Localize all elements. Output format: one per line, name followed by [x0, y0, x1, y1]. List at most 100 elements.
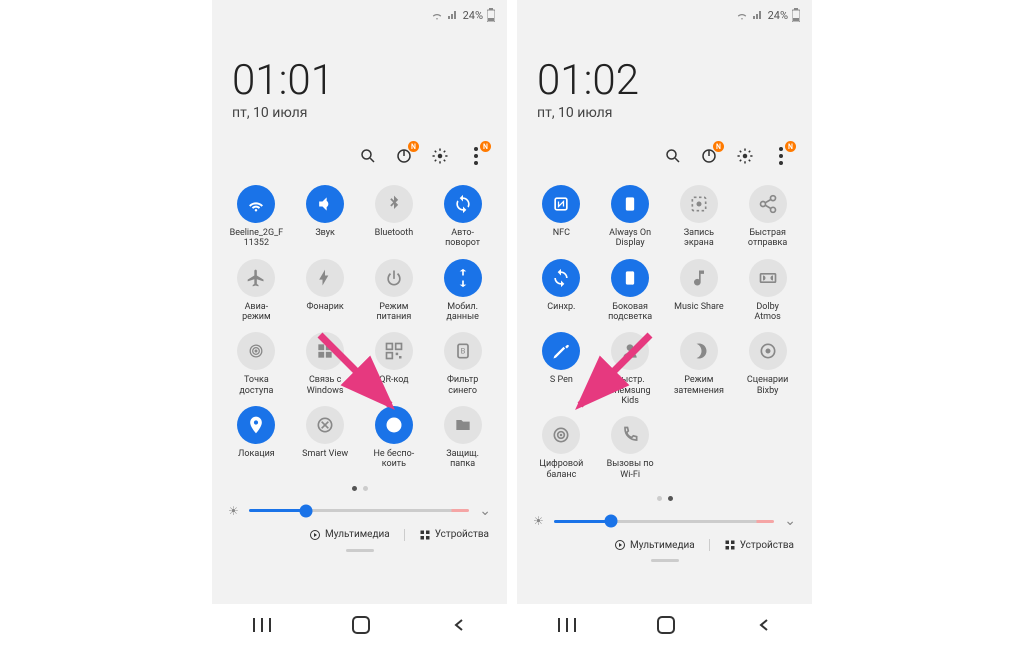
- dolby-icon[interactable]: [749, 259, 787, 297]
- devices-link[interactable]: Устройства: [724, 539, 794, 551]
- search-icon[interactable]: [664, 147, 682, 165]
- tile-autorotate[interactable]: Авто- поворот: [428, 185, 497, 249]
- tile-dolby[interactable]: Dolby Atmos: [733, 259, 802, 323]
- plane-icon[interactable]: [237, 259, 275, 297]
- chevron-down-icon[interactable]: ⌄: [479, 503, 491, 519]
- bottom-links: Мультимедиа Устройства: [517, 533, 812, 555]
- music-icon[interactable]: [680, 259, 718, 297]
- clock: 01:01: [232, 60, 487, 102]
- tile-bluetooth[interactable]: Bluetooth: [360, 185, 429, 249]
- digital-icon[interactable]: [542, 416, 580, 454]
- power-icon[interactable]: N: [700, 147, 718, 165]
- tile-link-windows[interactable]: Связь с Windows: [291, 332, 360, 396]
- kids-icon[interactable]: [611, 332, 649, 370]
- tile-sound[interactable]: Звук: [291, 185, 360, 249]
- flash-icon[interactable]: [306, 259, 344, 297]
- settings-icon[interactable]: [431, 147, 449, 165]
- brightness-slider[interactable]: [554, 520, 775, 523]
- tile-screenrec[interactable]: Запись экрана: [665, 185, 734, 249]
- bluefilter-icon[interactable]: B: [444, 332, 482, 370]
- nfc-icon[interactable]: [542, 185, 580, 223]
- tile-spen[interactable]: S Pen: [527, 332, 596, 406]
- brightness-slider[interactable]: [249, 509, 470, 512]
- recents-button[interactable]: [253, 618, 271, 632]
- power-icon[interactable]: N: [395, 147, 413, 165]
- home-button[interactable]: [657, 616, 675, 634]
- multimedia-link[interactable]: Мультимедиа: [309, 529, 390, 541]
- brightness-icon: ☀: [533, 514, 544, 528]
- slider-thumb[interactable]: [300, 504, 313, 517]
- tile-bluelight[interactable]: BФильтр синего: [428, 332, 497, 396]
- bixby-icon[interactable]: [749, 332, 787, 370]
- qr-icon[interactable]: [375, 332, 413, 370]
- tile-sync[interactable]: Синхр.: [527, 259, 596, 323]
- tile-qr[interactable]: QR-код: [360, 332, 429, 396]
- pin-icon[interactable]: [237, 406, 275, 444]
- date: пт, 10 июля: [537, 105, 792, 121]
- page-dot: [668, 496, 673, 501]
- slider-thumb[interactable]: [605, 515, 618, 528]
- spen-icon[interactable]: [542, 332, 580, 370]
- share-icon[interactable]: [749, 185, 787, 223]
- more-icon[interactable]: N: [772, 147, 790, 165]
- tile-digitalbal[interactable]: Цифровой баланс: [527, 416, 596, 480]
- folder-icon[interactable]: [444, 406, 482, 444]
- tile-securefolder[interactable]: Защищ. папка: [428, 406, 497, 470]
- tile-edge[interactable]: Боковая подсветка: [596, 259, 665, 323]
- back-button[interactable]: [452, 618, 466, 632]
- aod-icon[interactable]: [611, 185, 649, 223]
- tile-dimmode[interactable]: Режим затемнения: [665, 332, 734, 406]
- page-indicator: [212, 478, 507, 499]
- chevron-down-icon[interactable]: ⌄: [784, 513, 796, 529]
- multimedia-link[interactable]: Мультимедиа: [614, 539, 695, 551]
- tile-label: Bluetooth: [375, 228, 414, 238]
- tile-hotspot[interactable]: Точка доступа: [222, 332, 291, 396]
- tile-fastcharge[interactable]: Быстр. chемsung Kids: [596, 332, 665, 406]
- wificall-icon[interactable]: [611, 416, 649, 454]
- tile-musicshare[interactable]: Music Share: [665, 259, 734, 323]
- tile-label: Авто- поворот: [445, 228, 480, 249]
- search-icon[interactable]: [359, 147, 377, 165]
- power-icon[interactable]: [375, 259, 413, 297]
- more-icon[interactable]: N: [467, 147, 485, 165]
- tile-label: Smart View: [302, 449, 348, 459]
- svg-text:B: B: [460, 347, 465, 356]
- devices-link[interactable]: Устройства: [419, 529, 489, 541]
- wifi-signal-icon: [431, 9, 443, 21]
- smartview-icon[interactable]: [306, 406, 344, 444]
- home-button[interactable]: [352, 616, 370, 634]
- settings-icon[interactable]: [736, 147, 754, 165]
- tile-wifi[interactable]: Beeline_2G_F 11352: [222, 185, 291, 249]
- recents-button[interactable]: [558, 618, 576, 632]
- tile-nfc[interactable]: NFC: [527, 185, 596, 249]
- drag-handle[interactable]: [651, 559, 679, 562]
- back-button[interactable]: [757, 618, 771, 632]
- tile-mobiledata[interactable]: Мобил. данные: [428, 259, 497, 323]
- tile-aod[interactable]: Always On Display: [596, 185, 665, 249]
- dnd-icon[interactable]: [375, 406, 413, 444]
- hotspot-icon[interactable]: [237, 332, 275, 370]
- data-icon[interactable]: [444, 259, 482, 297]
- tile-quickshare[interactable]: Быстрая отправка: [733, 185, 802, 249]
- tile-location[interactable]: Локация: [222, 406, 291, 470]
- volume-icon[interactable]: [306, 185, 344, 223]
- tile-dnd[interactable]: Не беспо- коить: [360, 406, 429, 470]
- sync-icon[interactable]: [542, 259, 580, 297]
- tile-bixby[interactable]: Сценарии Bixby: [733, 332, 802, 406]
- tile-flashlight[interactable]: Фонарик: [291, 259, 360, 323]
- header: 01:02 пт, 10 июля: [517, 30, 812, 129]
- wifi-icon[interactable]: [237, 185, 275, 223]
- windows-icon[interactable]: [306, 332, 344, 370]
- edge-icon[interactable]: [611, 259, 649, 297]
- rotate-icon[interactable]: [444, 185, 482, 223]
- tile-label: Быстрая отправка: [748, 228, 787, 249]
- dim-icon[interactable]: [680, 332, 718, 370]
- tile-powermode[interactable]: Режим питания: [360, 259, 429, 323]
- tile-label: Режим питания: [376, 302, 411, 323]
- record-icon[interactable]: [680, 185, 718, 223]
- tile-wificall[interactable]: Вызовы по Wi-Fi: [596, 416, 665, 480]
- tile-smartview[interactable]: Smart View: [291, 406, 360, 470]
- tile-airplane[interactable]: Авиа- режим: [222, 259, 291, 323]
- drag-handle[interactable]: [346, 549, 374, 552]
- bluetooth-icon[interactable]: [375, 185, 413, 223]
